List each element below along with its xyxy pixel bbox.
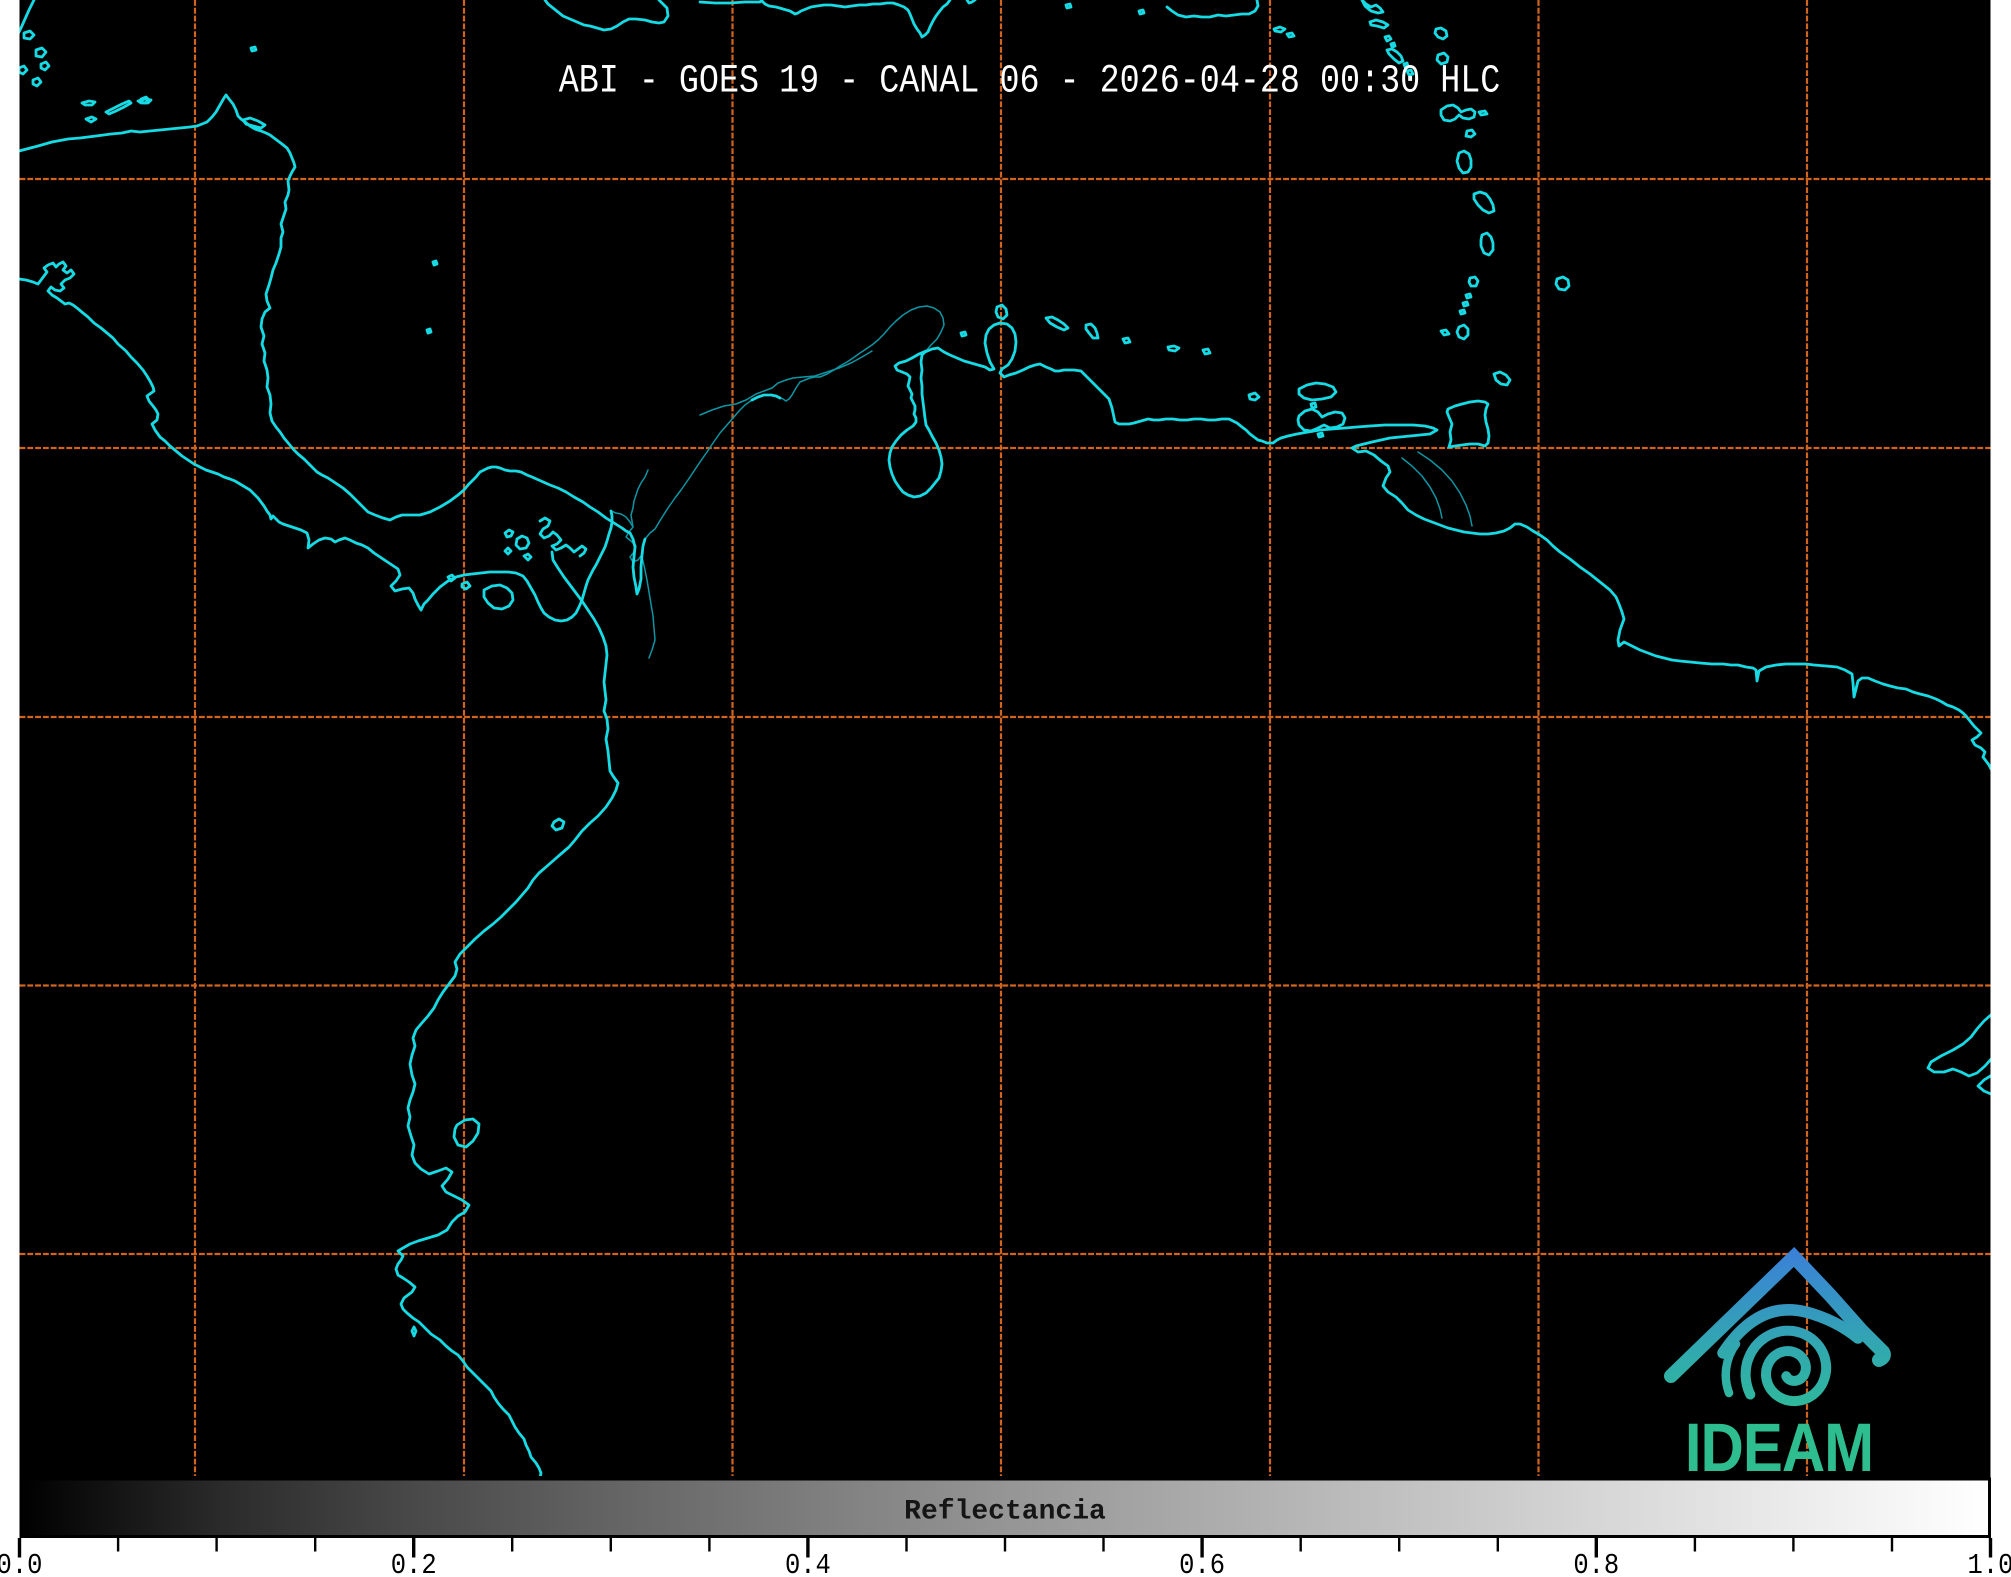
svg-text:0.8: 0.8 — [1573, 1550, 1619, 1577]
svg-text:ABI - GOES 19 - CANAL 06 - 202: ABI - GOES 19 - CANAL 06 - 2026-04-28 00… — [559, 59, 1501, 105]
svg-text:0.4: 0.4 — [785, 1550, 831, 1577]
svg-text:1.0: 1.0 — [1968, 1550, 2011, 1577]
svg-text:Reflectancia: Reflectancia — [904, 1497, 1106, 1528]
svg-text:IDEAM: IDEAM — [1685, 1408, 1873, 1486]
svg-text:0.2: 0.2 — [391, 1550, 437, 1577]
svg-text:0.6: 0.6 — [1179, 1550, 1225, 1577]
svg-text:0.0: 0.0 — [0, 1550, 42, 1577]
